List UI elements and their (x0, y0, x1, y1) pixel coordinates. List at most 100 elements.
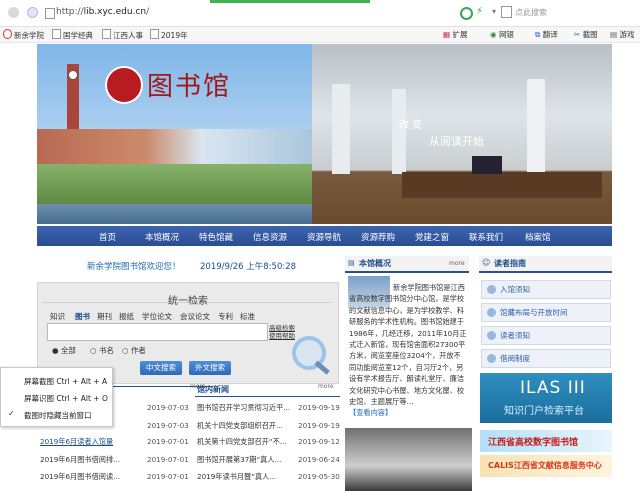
digital-library-banner[interactable]: 江西省高校数字图书馆 (480, 430, 612, 452)
radio-title[interactable]: ○ 书名 (90, 345, 114, 356)
news-date: 2019-09-19 (298, 403, 340, 412)
nav-item-collections[interactable]: 特色馆藏 (199, 231, 233, 243)
extensions-button[interactable]: ▦ 扩展 (443, 29, 467, 40)
nav-item-navigation[interactable]: 资源导航 (307, 231, 341, 243)
translate-button[interactable]: ⧉ 翻译 (535, 29, 558, 40)
digital-library-text: 江西省高校数字图书馆 (488, 438, 579, 448)
search-tab-theses[interactable]: 学位论文 (142, 311, 172, 322)
search-tab-conference[interactable]: 会议论文 (180, 311, 210, 322)
search-tab-knowledge[interactable]: 知识 (50, 311, 65, 322)
checkmark-icon: ✓ (8, 409, 15, 418)
section-divider (195, 396, 340, 397)
nav-item-overview[interactable]: 本馆概况 (145, 231, 179, 243)
view-content-link[interactable]: 【查看内容】 (349, 408, 392, 417)
news-link[interactable]: 图书馆召开学习贯彻习近平... (197, 403, 290, 413)
netbank-button[interactable]: ◉ 网银 (490, 29, 514, 40)
search-tab-patents[interactable]: 专利 (218, 311, 233, 322)
book-icon (487, 354, 496, 363)
search-keyword-input[interactable] (47, 323, 268, 341)
nav-item-party[interactable]: 党建之窗 (415, 231, 449, 243)
url-prefix: http:// (56, 7, 84, 17)
search-engine-icon[interactable] (501, 6, 512, 18)
ilas-subtitle: 知识门户检索平台 (504, 406, 584, 417)
header-banner: 图书馆 改 变 从阅读开始 (37, 44, 612, 224)
calis-banner[interactable]: CALIS江西省文献信息服务中心 (480, 455, 612, 477)
notice-date: 2019-07-01 (147, 472, 189, 481)
guide-item-reader-rules[interactable]: 读者须知 (481, 326, 611, 345)
notice-link[interactable]: 2019年6月图书借阅排... (40, 455, 120, 465)
banner-slogan: 改 变 从阅读开始 (399, 116, 484, 149)
bookmark-label: 江西人事 (113, 31, 143, 40)
help-link[interactable]: 使用帮助 (269, 332, 295, 340)
news-link[interactable]: 图书馆开展第37期“真人... (197, 455, 281, 465)
search-input[interactable]: 点此搜索 (515, 7, 547, 18)
bookmarks-bar: 新余学院 国学经典 江西人事 2019年 ▦ 扩展 ◉ 网银 ⧉ 翻译 ✂ 截图… (0, 27, 640, 43)
campus-building-image (37, 129, 312, 164)
news-link[interactable]: 机关第十四党支部召开“不... (197, 437, 287, 447)
address-bar-area: http://lib.xyc.edu.cn/ ⚡ ▾ 点此搜索 (0, 0, 640, 27)
notice-date: 2019-07-01 (147, 437, 189, 446)
nav-item-contact[interactable]: 联系我们 (469, 231, 503, 243)
service-desk (402, 172, 602, 198)
nav-item-home[interactable]: 首页 (99, 231, 116, 243)
search-tab-newspapers[interactable]: 报纸 (119, 311, 134, 322)
context-menu: 屏幕截图 Ctrl + Alt + A 屏幕识图 Ctrl + Alt + O … (0, 367, 113, 427)
radio-all[interactable]: ● 全部 (52, 345, 76, 356)
url-suffix: / (146, 7, 150, 17)
overview-more-link[interactable]: more (449, 260, 465, 267)
menu-item-screenshot[interactable]: 屏幕截图 Ctrl + Alt + A (24, 376, 107, 387)
news-date: 2019-05-30 (298, 472, 340, 481)
games-button[interactable]: ▤ 游戏 (610, 29, 634, 40)
guide-label: 借阅制度 (500, 354, 530, 363)
lightning-icon[interactable]: ⚡ (476, 6, 483, 17)
guide-item-layout-hours[interactable]: 馆藏布局与开放时间 (481, 303, 611, 322)
bookmark-item[interactable]: 江西人事 (102, 29, 143, 41)
radio-label: 书名 (98, 346, 114, 355)
url-field[interactable]: http://lib.xyc.edu.cn/ (56, 7, 149, 17)
radio-author[interactable]: ○ 作者 (122, 345, 146, 356)
search-tab-journals[interactable]: 期刊 (97, 311, 112, 322)
user-icon: ☺ (482, 258, 491, 267)
toolbar-label: 扩展 (452, 30, 468, 39)
menu-item-image-recognition[interactable]: 屏幕识图 Ctrl + Alt + O (24, 393, 108, 404)
bookmark-item[interactable]: 2019年 (150, 29, 188, 41)
news-link[interactable]: 2019年读书月暨“真人... (197, 472, 276, 482)
ilas-banner[interactable]: ILAS III 知识门户检索平台 (480, 373, 612, 423)
document-icon (487, 331, 496, 340)
clock-icon (487, 308, 496, 317)
overview-heading: 本馆概况 (359, 259, 391, 268)
page-icon (102, 29, 111, 39)
chinese-search-button[interactable]: 中文搜索 (140, 361, 182, 375)
url-dropdown-icon[interactable]: ▾ (492, 7, 496, 16)
nav-item-archive[interactable]: 档案馆 (525, 231, 551, 243)
nav-item-recommend[interactable]: 资源荐购 (361, 231, 395, 243)
forward-icon[interactable] (27, 7, 38, 18)
refresh-icon[interactable] (460, 7, 473, 20)
notice-link[interactable]: 2019年6月图书借阅读... (40, 472, 120, 482)
bookmark-item[interactable]: 国学经典 (52, 29, 93, 41)
nav-item-resources[interactable]: 信息资源 (253, 231, 287, 243)
slogan-line: 从阅读开始 (429, 135, 484, 148)
screenshot-button[interactable]: ✂ 截图 (574, 29, 598, 40)
notice-date: 2019-07-01 (147, 455, 189, 464)
advanced-search-link[interactable]: 高级检索 (269, 324, 295, 332)
search-tab-books[interactable]: 图书 (75, 311, 90, 322)
overview-paragraph: 新余学院图书馆是江西省高校数字图书馆分中心馆，是学校的文献信息中心，是为学校教学… (349, 283, 467, 407)
foreign-search-button[interactable]: 外文搜索 (189, 361, 231, 375)
news-link[interactable]: 机关十四党支部组织召开... (197, 421, 283, 431)
search-links: 高级检索 使用帮助 (269, 324, 295, 340)
lobby-pillar (392, 89, 406, 174)
news-more-link[interactable]: more (318, 383, 334, 390)
bookmark-item[interactable]: 新余学院 (3, 29, 44, 41)
notice-date: 2019-07-03 (147, 403, 189, 412)
guide-item-entry-rules[interactable]: 入馆须知 (481, 280, 611, 299)
guide-item-borrowing[interactable]: 借阅制度 (481, 349, 611, 368)
menu-item-hide-window[interactable]: 截图时隐藏当前窗口 (24, 410, 92, 421)
page-icon (150, 29, 159, 39)
notice-link[interactable]: 2019年6月读者入馆量 (40, 437, 113, 447)
back-icon[interactable] (8, 7, 19, 18)
search-tab-standards[interactable]: 标准 (240, 311, 255, 322)
bookmark-label: 国学经典 (63, 31, 93, 40)
bookmark-icon (3, 29, 12, 39)
home-icon (487, 285, 496, 294)
